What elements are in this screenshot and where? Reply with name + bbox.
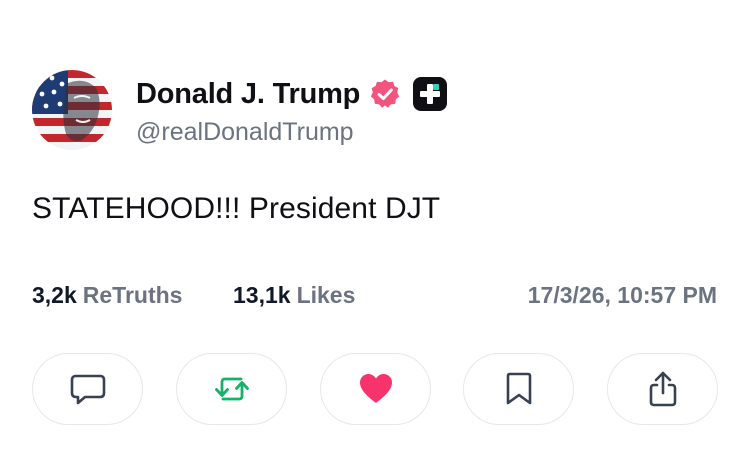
post-text: STATEHOOD!!! President DJT <box>32 192 441 225</box>
like-button[interactable] <box>320 353 431 425</box>
bookmark-icon <box>506 372 531 405</box>
likes-stat[interactable]: 13,1k Likes <box>233 282 355 309</box>
avatar[interactable] <box>32 70 112 150</box>
verified-badge-icon <box>371 79 400 108</box>
repost-icon <box>214 377 249 401</box>
retruth-button[interactable] <box>176 353 287 425</box>
truth-plus-icon <box>413 77 448 111</box>
likes-count: 13,1k <box>233 282 291 308</box>
author-row: Donald J. Trump <box>136 76 448 112</box>
bookmark-button[interactable] <box>463 353 574 425</box>
share-button[interactable] <box>607 353 718 425</box>
share-icon <box>649 371 676 407</box>
heart-icon <box>359 374 392 403</box>
post-card: Donald J. Trump @realDonaldTrump STATEHO… <box>0 0 749 454</box>
chat-bubble-icon <box>70 374 105 405</box>
reply-button[interactable] <box>32 353 143 425</box>
likes-label: Likes <box>296 282 356 308</box>
action-bar <box>32 353 718 425</box>
author-handle[interactable]: @realDonaldTrump <box>136 118 354 147</box>
post-stats: 3,2k ReTruths 13,1k Likes 17/3/26, 10:57 P… <box>32 282 717 314</box>
retruths-count: 3,2k <box>32 282 77 308</box>
retruths-stat[interactable]: 3,2k ReTruths <box>32 282 182 309</box>
avatar-image <box>32 70 112 150</box>
author-display-name[interactable]: Donald J. Trump <box>136 78 360 111</box>
retruths-label: ReTruths <box>82 282 183 308</box>
post-timestamp: 17/3/26, 10:57 PM <box>527 282 717 308</box>
